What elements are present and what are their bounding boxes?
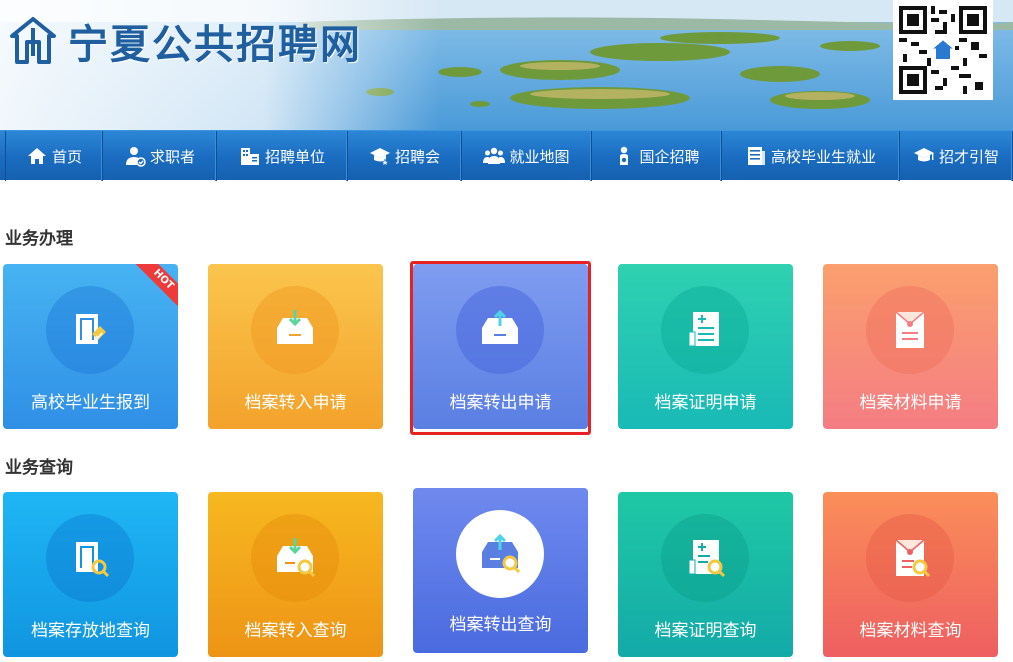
tile-graduate-report[interactable]: HOT 高校毕业生报到 [3, 264, 178, 429]
tile-archive-certificate-apply[interactable]: 档案证明申请 [618, 264, 793, 429]
home-icon [26, 145, 48, 167]
nav-item-label: 招聘单位 [264, 147, 325, 166]
nav-item-graduate-employment[interactable]: 高校毕业生就业 [722, 131, 900, 181]
nav-item-soe-recruitment[interactable]: 国企招聘 [592, 131, 722, 181]
tile-label: 档案转入查询 [244, 621, 347, 641]
nav-item-label: 高校毕业生就业 [770, 147, 876, 166]
tile-label: 高校毕业生报到 [31, 393, 150, 413]
certificate-document-icon [661, 286, 749, 374]
tile-label: 档案存放地查询 [31, 621, 150, 641]
selection-highlight [410, 261, 591, 435]
tile-archive-material-apply[interactable]: 档案材料申请 [823, 264, 998, 429]
site-logo[interactable]: 宁夏公共招聘网 [8, 12, 362, 70]
tile-label: 档案材料查询 [859, 621, 962, 641]
nav-item-label: 招才引智 [938, 147, 999, 166]
archive-location-search-icon [46, 514, 134, 602]
nav-item-home[interactable]: 首页 [5, 131, 103, 181]
tile-label: 档案证明查询 [654, 621, 757, 641]
people-group-icon [483, 145, 506, 167]
nav-item-label: 就业地图 [509, 147, 570, 166]
tile-archive-material-query[interactable]: 档案材料查询 [823, 492, 998, 657]
qr-code-icon [899, 6, 987, 94]
nav-item-label: 国企招聘 [639, 147, 700, 166]
archive-box-out-search-icon [456, 510, 544, 598]
house-logo-icon [10, 17, 56, 64]
nav-item-job-fair[interactable]: 招聘会 [348, 131, 462, 181]
tile-label: 档案证明申请 [654, 393, 757, 413]
archive-box-in-icon [251, 286, 339, 374]
tile-archive-location-query[interactable]: 档案存放地查询 [3, 492, 178, 657]
section-title-query: 业务查询 [5, 458, 73, 478]
archive-envelope-search-icon [866, 514, 954, 602]
nav-item-label: 招聘会 [394, 147, 440, 166]
tile-archive-certificate-query[interactable]: 档案证明查询 [618, 492, 793, 657]
archive-envelope-icon [866, 286, 954, 374]
nav-item-job-seeker[interactable]: 求职者 [103, 131, 217, 181]
company-building-icon [239, 145, 261, 167]
site-banner: 宁夏公共招聘网 [0, 0, 1013, 130]
nav-item-talent-attraction[interactable]: 招才引智 [900, 131, 1013, 181]
document-list-icon [745, 145, 767, 167]
site-title: 宁夏公共招聘网 [68, 21, 362, 68]
hot-badge: HOT [132, 264, 178, 311]
job-seeker-icon [124, 145, 146, 167]
tile-label: 档案材料申请 [859, 393, 962, 413]
section-title-business: 业务办理 [5, 229, 73, 249]
nav-item-employment-map[interactable]: 就业地图 [462, 131, 592, 181]
person-location-icon [613, 145, 635, 167]
tile-archive-transfer-in-apply[interactable]: 档案转入申请 [208, 264, 383, 429]
tile-archive-transfer-in-query[interactable]: 档案转入查询 [208, 492, 383, 657]
graduation-cap-icon [913, 145, 935, 167]
graduation-cap-star-icon [369, 145, 391, 167]
nav-item-label: 首页 [51, 147, 82, 166]
certificate-search-icon [661, 514, 749, 602]
tile-label: 档案转出查询 [449, 615, 552, 635]
tile-label: 档案转入申请 [244, 393, 347, 413]
main-nav: 首页 求职者 招聘单位 招聘会 就业地图 国企招聘 高校毕业生就业 招才引智 [0, 130, 1013, 181]
graduate-report-icon [46, 286, 134, 374]
nav-item-label: 求职者 [149, 147, 195, 166]
tile-archive-transfer-out-query[interactable]: 档案转出查询 [413, 488, 588, 653]
qr-code [893, 0, 993, 100]
archive-box-in-search-icon [251, 514, 339, 602]
nav-item-employer[interactable]: 招聘单位 [217, 131, 348, 181]
